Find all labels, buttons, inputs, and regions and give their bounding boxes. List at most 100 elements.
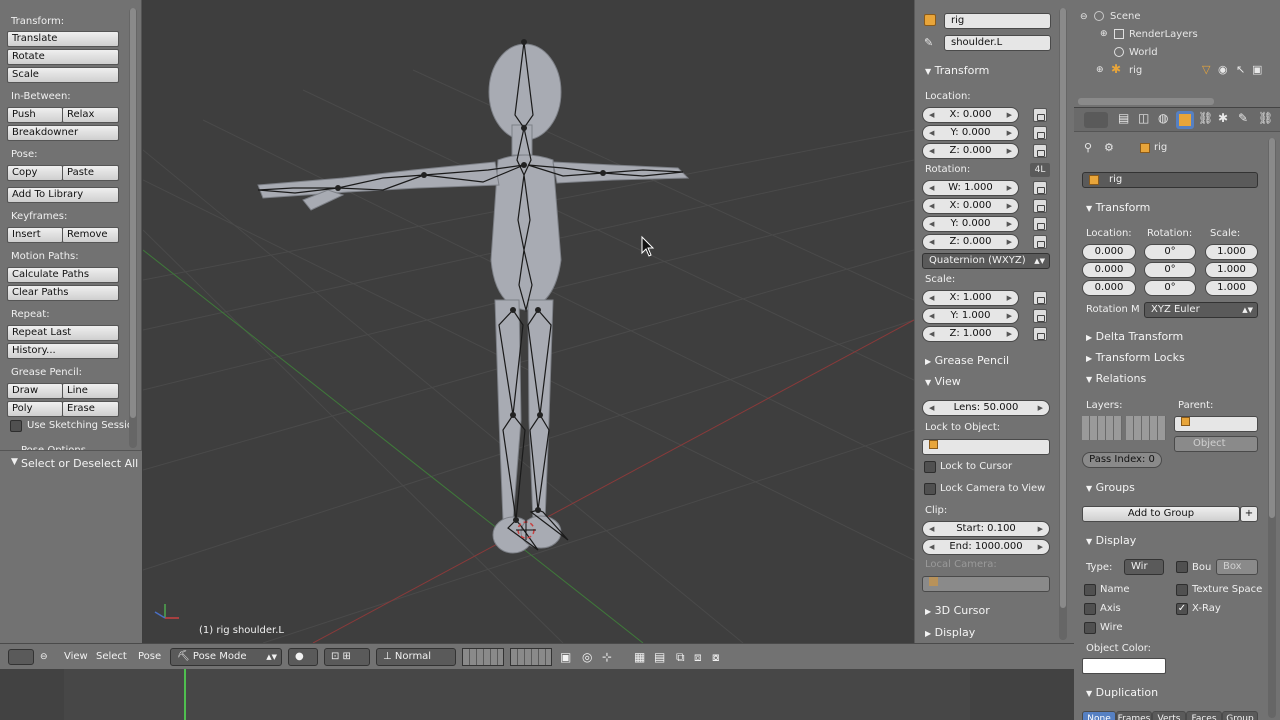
bounds-type-select[interactable]: Box [1216,559,1258,575]
mode-select[interactable]: ⛏ Pose Mode ▲▼ [170,648,282,666]
paste-pose-button[interactable]: Paste [62,165,119,181]
calculate-paths-button[interactable]: Calculate Paths [7,267,119,283]
properties-transform-header[interactable]: ▼ Transform [1086,201,1150,214]
rotate-button[interactable]: Rotate [7,49,119,65]
transform-locks-header[interactable]: ▶ Transform Locks [1086,351,1185,364]
prop-rotation-mode-select[interactable]: XYZ Euler ▲▼ [1144,302,1258,318]
outliner-world[interactable]: World [1129,47,1158,58]
clip-end-field[interactable]: ◀ End: 1000.000 ▶ [922,539,1050,555]
visibility-eye-icon[interactable]: ◉ [1218,63,1228,76]
bone-name-field[interactable]: shoulder.L [944,35,1051,51]
collapse-arrow-icon[interactable]: ▼ [11,457,18,467]
grease-pencil-panel-header[interactable]: ▶ Grease Pencil [925,354,1009,367]
lock-scale-z-icon[interactable] [1033,327,1047,341]
scale-button[interactable]: Scale [7,67,119,83]
rotation-4l-toggle[interactable]: 4L [1030,163,1050,177]
display-panel-header[interactable]: ▶ Display [925,626,975,639]
object-tab-icon[interactable] [1176,111,1194,129]
world-tab-icon[interactable]: ◍ [1158,111,1168,125]
duplication-header[interactable]: ▼ Duplication [1086,686,1158,699]
editor-type-menu[interactable] [8,649,34,665]
poly-button[interactable]: Poly [7,401,63,417]
rotation-z-field[interactable]: ◀ Z: 0.000 ▶ [922,234,1019,250]
render-animation-icon[interactable]: ▤ [654,649,665,665]
add-to-group-button[interactable]: Add to Group [1082,506,1240,522]
display-header[interactable]: ▼ Display [1086,534,1136,547]
delta-transform-header[interactable]: ▶ Delta Transform [1086,330,1183,343]
translate-button[interactable]: Translate [7,31,119,47]
properties-object-name[interactable]: rig [1082,172,1258,188]
pivot-select[interactable]: ⊡ ⊞ [324,648,370,666]
layers-tab-icon[interactable]: ◫ [1138,111,1149,125]
layers-grid-b[interactable] [1126,416,1166,440]
dup-tab-frames[interactable]: Frames [1116,711,1152,720]
constraints-tab-icon[interactable]: ⛓ [1198,111,1213,125]
pin-icon[interactable]: ⚲ [1084,141,1092,154]
rotation-w-field[interactable]: ◀ W: 1.000 ▶ [922,180,1019,196]
expand-rig-icon[interactable]: ⊕ [1096,65,1104,75]
clear-paths-button[interactable]: Clear Paths [7,285,119,301]
prop-scale-x[interactable]: 1.000 [1205,244,1258,260]
render-tab-icon[interactable]: ▤ [1118,111,1129,125]
lock-camera-to-view-checkbox[interactable] [924,483,936,495]
outliner-rig[interactable]: rig [1129,65,1142,76]
layers-grid-a[interactable] [1082,416,1122,440]
lock-object-field[interactable] [922,439,1050,455]
dup-tab-group[interactable]: Group [1222,711,1258,720]
scale-y-field[interactable]: ◀ Y: 1.000 ▶ [922,308,1019,324]
name-checkbox[interactable] [1084,584,1096,596]
timeline[interactable] [0,669,1074,720]
paste-pose-icon[interactable]: ⧈ [694,649,702,665]
lock-rotation-x-icon[interactable] [1033,199,1047,213]
lock-to-cursor-checkbox[interactable] [924,461,936,473]
prop-location-x[interactable]: 0.000 [1082,244,1136,260]
add-to-library-button[interactable]: Add To Library [7,187,119,203]
axis-checkbox[interactable] [1084,603,1096,615]
view-menu[interactable]: View [64,649,88,665]
wire-checkbox[interactable] [1084,622,1096,634]
new-group-plus-icon[interactable]: + [1240,506,1258,522]
lock-rotation-z-icon[interactable] [1033,235,1047,249]
editor-type-menu[interactable] [1084,112,1108,128]
prop-location-y[interactable]: 0.000 [1082,262,1136,278]
paste-flipped-icon[interactable]: ⧇ [712,649,720,665]
location-y-field[interactable]: ◀ Y: 0.000 ▶ [922,125,1019,141]
outliner-renderlayers[interactable]: RenderLayers [1129,29,1198,40]
location-x-field[interactable]: ◀ X: 0.000 ▶ [922,107,1019,123]
lock-layers-icon[interactable]: ▣ [560,649,571,665]
selectability-pointer-icon[interactable]: ↖ [1236,63,1245,76]
prop-location-z[interactable]: 0.000 [1082,280,1136,296]
dup-tab-verts[interactable]: Verts [1152,711,1186,720]
properties-scrollbar[interactable] [1268,138,1276,718]
dup-tab-faces[interactable]: Faces [1186,711,1222,720]
scale-x-field[interactable]: ◀ X: 1.000 ▶ [922,290,1019,306]
parent-type-select[interactable]: Object [1174,436,1258,452]
groups-header[interactable]: ▼ Groups [1086,481,1135,494]
npanel-scrollbar[interactable] [1059,8,1067,640]
rotation-x-field[interactable]: ◀ X: 0.000 ▶ [922,198,1019,214]
relations-header[interactable]: ▼ Relations [1086,372,1146,385]
bone-constraint-tab-icon[interactable]: ⛓ [1258,111,1273,125]
layer-buttons-b[interactable] [510,648,552,666]
lock-location-y-icon[interactable] [1033,126,1047,140]
use-sketching-checkbox[interactable] [10,420,22,432]
toolshelf-scrollbar[interactable] [129,8,137,448]
render-preview-icon[interactable]: ▦ [634,649,645,665]
location-z-field[interactable]: ◀ Z: 0.000 ▶ [922,143,1019,159]
armature-tab-icon[interactable]: ✱ [1218,111,1228,125]
remove-keyframe-button[interactable]: Remove [62,227,119,243]
display-type-select[interactable]: Wir [1124,559,1164,575]
parent-field[interactable] [1174,416,1258,432]
lock-scale-y-icon[interactable] [1033,309,1047,323]
lock-rotation-y-icon[interactable] [1033,217,1047,231]
prop-rotation-z[interactable]: 0° [1144,280,1196,296]
erase-button[interactable]: Erase [62,401,119,417]
lock-rotation-w-icon[interactable] [1033,181,1047,195]
expand-scene-icon[interactable]: ⊖ [1080,12,1088,22]
rotation-mode-select[interactable]: Quaternion (WXYZ) ▲▼ [922,253,1050,269]
object-color-swatch[interactable] [1082,658,1166,674]
outliner-scrollbar[interactable] [1078,98,1214,105]
view-panel-header[interactable]: ▼ View [925,375,961,388]
renderability-camera-icon[interactable]: ▣ [1252,63,1262,76]
history-button[interactable]: History... [7,343,119,359]
